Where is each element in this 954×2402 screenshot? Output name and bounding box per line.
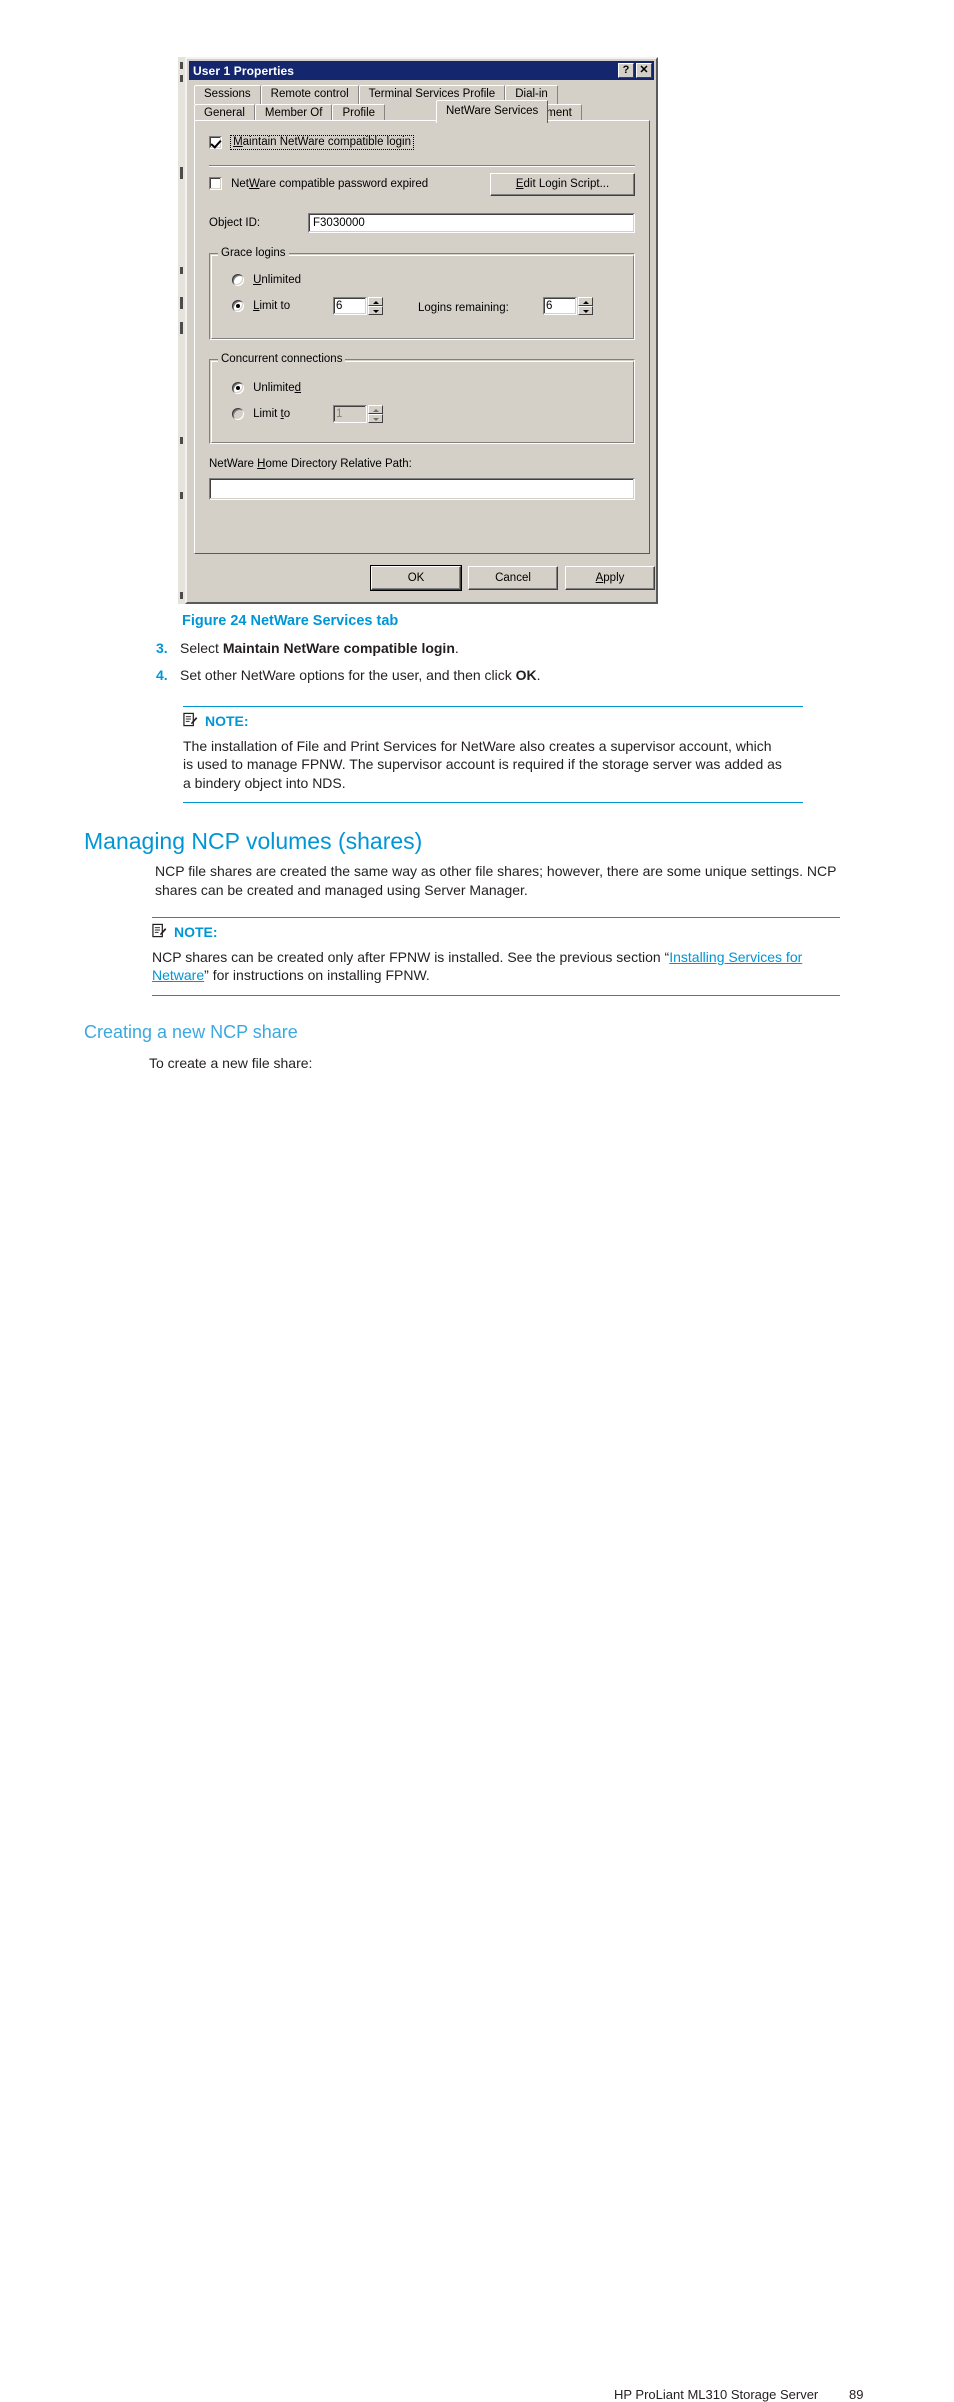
dialog-title: User 1 Properties (193, 63, 295, 78)
step-3: 3. Select Maintain NetWare compatible lo… (156, 640, 856, 656)
home-directory-label: NetWare Home Directory Relative Path: (209, 458, 412, 470)
note-1-bottom-rule (183, 802, 803, 804)
maintain-netware-login-checkbox[interactable] (209, 136, 222, 149)
dialog-titlebar[interactable]: User 1 Properties ? ✕ (189, 61, 654, 80)
maintain-netware-login-label: Maintain NetWare compatible login (233, 136, 411, 148)
concurrent-limit-stepper[interactable]: 1 (333, 405, 383, 423)
tab-strip: Sessions Remote control Terminal Service… (194, 85, 650, 123)
logins-remaining-down-icon[interactable] (578, 306, 593, 315)
note-2-bottom-rule (152, 994, 840, 996)
note-1-body: The installation of File and Print Servi… (183, 738, 782, 791)
concurrent-unlimited-label: Unlimited (253, 382, 302, 395)
logins-remaining-stepper[interactable]: 6 (543, 297, 593, 315)
concurrent-connections-caption: Concurrent connections (218, 353, 346, 365)
grace-limit-row[interactable]: Limit to (232, 300, 291, 313)
note-2-label: NOTE: (174, 924, 218, 940)
grace-limit-label: Limit to (253, 300, 291, 313)
note-2-body: NCP shares can be created only after FPN… (152, 949, 803, 984)
note-block-1: NOTE: The installation of File and Print… (183, 706, 803, 804)
figure-caption: Figure 24 NetWare Services tab (182, 613, 399, 629)
netware-services-panel: Maintain NetWare compatible login NetWar… (194, 120, 650, 554)
note-1-header: NOTE: (183, 707, 803, 730)
panel-divider (209, 165, 635, 167)
footer-title: HP ProLiant ML310 Storage Server (614, 2387, 819, 2402)
home-directory-field[interactable] (209, 478, 635, 500)
object-id-label: Object ID: (209, 217, 261, 229)
edit-login-script-button[interactable]: Edit Login Script... (490, 173, 635, 196)
logins-remaining-up-icon[interactable] (578, 297, 593, 306)
grace-unlimited-label: Unlimited (253, 274, 302, 287)
tab-remote-control[interactable]: Remote control (260, 85, 359, 104)
concurrent-unlimited-radio[interactable] (232, 382, 244, 395)
user-properties-dialog: User 1 Properties ? ✕ Sessions Remote co… (185, 57, 658, 604)
object-id-field[interactable]: F3030000 (308, 213, 635, 233)
concurrent-limit-down-icon[interactable] (368, 414, 383, 423)
password-expired-label: NetWare compatible password expired (231, 177, 429, 190)
ok-button[interactable]: OK (371, 566, 461, 590)
close-icon[interactable]: ✕ (636, 63, 652, 78)
cancel-button[interactable]: Cancel (468, 566, 558, 590)
grace-logins-group: Grace logins Unlimited Limit to 6 Logins… (209, 247, 635, 340)
concurrent-connections-group: Concurrent connections Unlimited Limit t… (209, 353, 635, 444)
concurrent-limit-radio[interactable] (232, 408, 244, 421)
step-3-number: 3. (156, 640, 168, 656)
tab-sessions[interactable]: Sessions (194, 85, 261, 104)
grace-unlimited-radio[interactable] (232, 274, 244, 287)
concurrent-limit-input[interactable]: 1 (333, 405, 367, 423)
note-2-header: NOTE: (152, 918, 840, 941)
paragraph-managing-ncp: NCP file shares are created the same way… (155, 863, 837, 898)
logins-remaining-label: Logins remaining: (418, 302, 509, 314)
apply-button[interactable]: Apply (565, 566, 655, 590)
tab-netware-services[interactable]: NetWare Services (436, 100, 549, 123)
note-block-2: NOTE: NCP shares can be created only aft… (152, 917, 840, 996)
grace-unlimited-row[interactable]: Unlimited (232, 274, 302, 287)
note-icon (183, 712, 198, 730)
page-heading-managing-ncp-volumes: Managing NCP volumes (shares) (84, 828, 423, 854)
step-3-text: Select Maintain NetWare compatible login… (180, 640, 459, 656)
page-heading-creating-ncp-share: Creating a new NCP share (84, 1022, 298, 1042)
paragraph-create-file-share: To create a new file share: (149, 1055, 313, 1071)
concurrent-unlimited-row[interactable]: Unlimited (232, 382, 302, 395)
step-4-number: 4. (156, 667, 168, 683)
grace-limit-stepper[interactable]: 6 (333, 297, 383, 315)
grace-limit-up-icon[interactable] (368, 297, 383, 306)
step-4: 4. Set other NetWare options for the use… (156, 667, 856, 683)
step-4-text: Set other NetWare options for the user, … (180, 667, 541, 683)
footer-page-number: 89 (849, 2387, 864, 2402)
password-expired-checkbox[interactable] (209, 177, 222, 190)
maintain-netware-login-row[interactable]: Maintain NetWare compatible login (209, 135, 414, 150)
concurrent-limit-label: Limit to (253, 408, 291, 421)
grace-limit-down-icon[interactable] (368, 306, 383, 315)
note-1-label: NOTE: (205, 713, 249, 729)
grace-limit-input[interactable]: 6 (333, 297, 367, 315)
grace-limit-radio[interactable] (232, 300, 244, 313)
help-button[interactable]: ? (618, 63, 634, 78)
note-icon (152, 923, 167, 941)
grace-logins-caption: Grace logins (218, 247, 289, 259)
logins-remaining-input[interactable]: 6 (543, 297, 577, 315)
concurrent-limit-row[interactable]: Limit to (232, 408, 291, 421)
password-expired-row[interactable]: NetWare compatible password expired (209, 177, 428, 190)
concurrent-limit-up-icon[interactable] (368, 405, 383, 414)
